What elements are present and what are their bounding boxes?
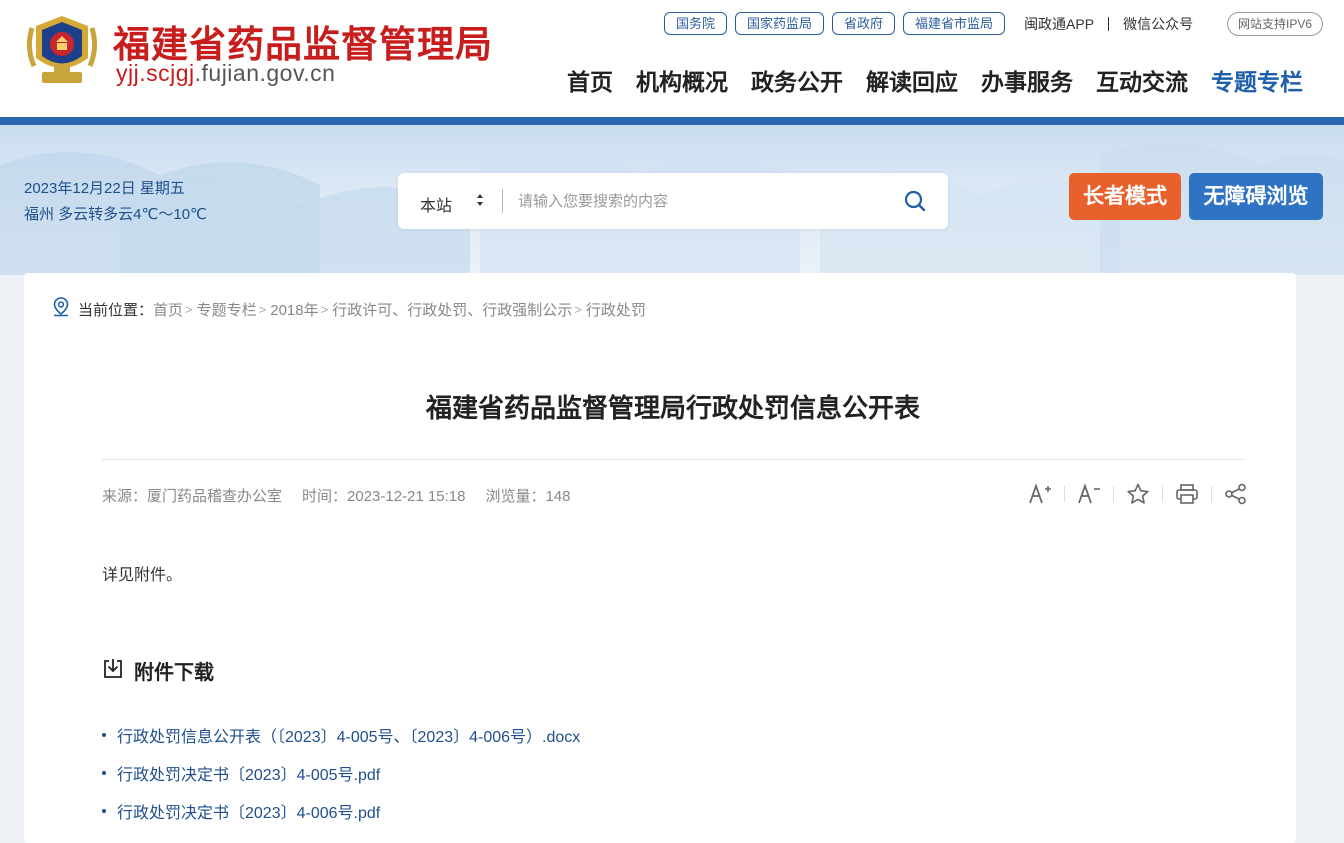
ipv6-badge: 网站支持IPV6 (1227, 12, 1324, 36)
attachment-link[interactable]: 行政处罚决定书〔2023〕4-005号.pdf (102, 754, 580, 792)
site-header: 福建省药品监督管理局 yjj.scjgj.fujian.gov.cn 国务院 国… (0, 0, 1344, 117)
breadcrumb-separator: > (258, 301, 267, 317)
breadcrumb-2018[interactable]: 2018年 (270, 299, 318, 320)
bullet (102, 809, 106, 813)
attachment-list: 行政处罚信息公开表（〔2023〕4-005号、〔2023〕4-006号）.doc… (102, 716, 580, 830)
accessible-browse-button[interactable]: 无障碍浏览 (1189, 173, 1323, 220)
attachment-name[interactable]: 行政处罚信息公开表（〔2023〕4-005号、〔2023〕4-006号）.doc… (117, 723, 580, 747)
nav-about[interactable]: 机构概况 (636, 63, 728, 97)
search-scope-select[interactable]: 本站 (420, 192, 452, 216)
location-icon (52, 297, 70, 321)
search-input[interactable] (518, 187, 878, 215)
star-icon[interactable] (1126, 482, 1150, 506)
article-time: 时间：2023-12-21 15:18 (302, 488, 466, 505)
bullet (102, 771, 106, 775)
article-meta: 来源：厦门药品稽查办公室 时间：2023-12-21 15:18 浏览量：148 (102, 485, 590, 506)
top-links: 国务院 国家药监局 省政府 福建省市监局 闽政通APP 微信公众号 (664, 12, 1193, 35)
article-views: 浏览量：148 (485, 488, 571, 505)
nav-government-affairs[interactable]: 政务公开 (751, 63, 843, 97)
attachments-title: 附件下载 (134, 662, 214, 684)
breadcrumb-home[interactable]: 首页 (153, 299, 183, 320)
nav-interpretation[interactable]: 解读回应 (866, 63, 958, 97)
attachment-name[interactable]: 行政处罚决定书〔2023〕4-005号.pdf (117, 761, 380, 785)
wechat-link[interactable]: 微信公众号 (1123, 14, 1193, 34)
search-divider (502, 189, 503, 213)
nav-interaction[interactable]: 互动交流 (1096, 63, 1188, 97)
tool-separator (1064, 486, 1065, 502)
nav-services[interactable]: 办事服务 (981, 63, 1073, 97)
breadcrumb-label: 当前位置： (78, 301, 154, 319)
attachments-heading: 附件下载 (102, 656, 214, 685)
title-divider (102, 459, 1245, 460)
attachment-name[interactable]: 行政处罚决定书〔2023〕4-006号.pdf (117, 799, 380, 823)
tool-separator (1162, 486, 1163, 502)
elder-mode-button[interactable]: 长者模式 (1069, 173, 1181, 220)
bullet (102, 733, 106, 737)
date-text: 2023年12月22日 星期五 (24, 180, 185, 197)
domain-prefix: yjj.scjgj (116, 60, 195, 86)
breadcrumb-separator: > (185, 301, 193, 317)
banner: 2023年12月22日 星期五 福州 多云转多云4℃～10℃ 本站 长者模式 无… (0, 125, 1344, 275)
article-tools (1028, 482, 1248, 506)
download-icon (102, 657, 124, 685)
header-accent-bar (0, 117, 1344, 125)
link-provincial-government[interactable]: 省政府 (832, 12, 896, 35)
link-market-regulation[interactable]: 福建省市监局 (903, 12, 1006, 35)
tool-separator (1211, 486, 1212, 502)
link-state-council[interactable]: 国务院 (664, 12, 728, 35)
nav-home[interactable]: 首页 (567, 63, 613, 97)
article-body: 详见附件。 (102, 567, 183, 584)
print-icon[interactable] (1175, 482, 1199, 506)
breadcrumb-penalty[interactable]: 行政处罚 (586, 299, 646, 320)
site-domain: yjj.scjgj.fujian.gov.cn (116, 60, 335, 87)
weather-text: 福州 多云转多云4℃～10℃ (24, 206, 207, 223)
breadcrumb: 当前位置： 首页 > 专题专栏 > 2018年 > 行政许可、行政处罚、行政强制公示 >… (52, 297, 646, 321)
nav-special-topics[interactable]: 专题专栏 (1211, 63, 1303, 97)
content-card: 当前位置： 首页 > 专题专栏 > 2018年 > 行政许可、行政处罚、行政强制公示 >… (24, 273, 1296, 843)
emblem-logo[interactable] (24, 8, 100, 92)
app-link[interactable]: 闽政通APP (1024, 14, 1094, 34)
search-box: 本站 (398, 173, 948, 229)
attachment-link[interactable]: 行政处罚信息公开表（〔2023〕4-005号、〔2023〕4-006号）.doc… (102, 716, 580, 754)
breadcrumb-special-topics[interactable]: 专题专栏 (197, 299, 257, 320)
domain-suffix: .fujian.gov.cn (194, 60, 336, 86)
attachment-link[interactable]: 行政处罚决定书〔2023〕4-006号.pdf (102, 792, 580, 830)
article-title: 福建省药品监督管理局行政处罚信息公开表 (425, 393, 920, 423)
main-nav: 首页 机构概况 政务公开 解读回应 办事服务 互动交流 专题专栏 (567, 63, 1303, 97)
tool-separator (1113, 486, 1114, 502)
font-increase-icon[interactable] (1028, 482, 1052, 506)
font-decrease-icon[interactable] (1077, 482, 1101, 506)
breadcrumb-separator: > (320, 301, 329, 317)
article-source: 来源：厦门药品稽查办公室 (102, 488, 283, 505)
breadcrumb-public-notices[interactable]: 行政许可、行政处罚、行政强制公示 (332, 299, 572, 320)
link-nmpa[interactable]: 国家药监局 (735, 12, 825, 35)
share-icon[interactable] (1224, 482, 1248, 506)
divider (1108, 16, 1110, 31)
breadcrumb-separator: > (574, 301, 582, 317)
